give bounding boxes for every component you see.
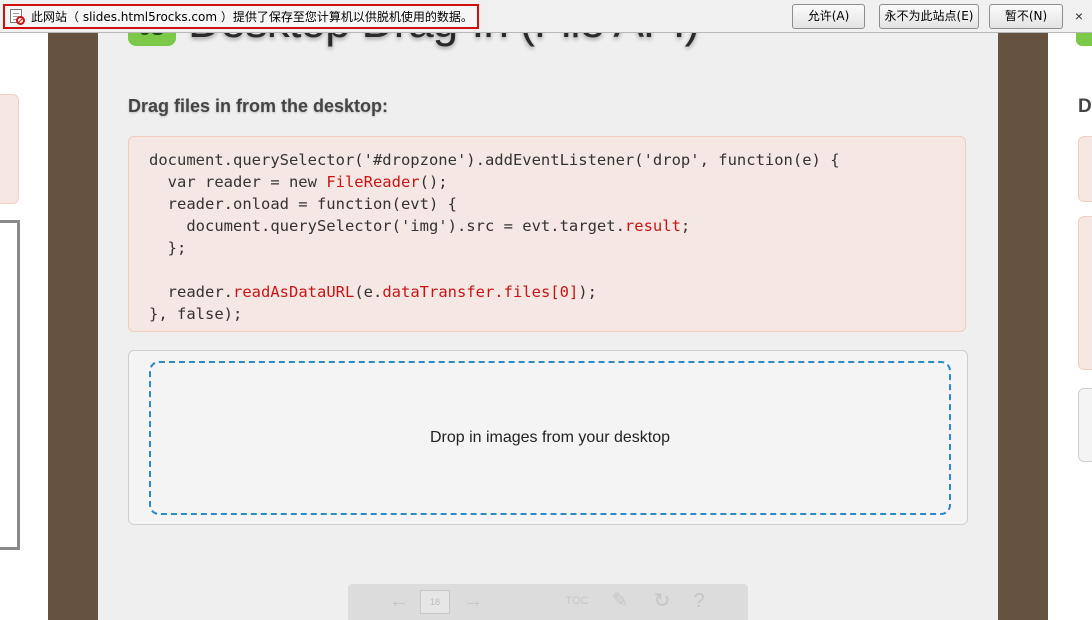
code-text: document.querySelector('#dropzone').addE… — [149, 151, 840, 169]
page-number-field[interactable]: 18 — [420, 590, 450, 614]
code-text: (); — [419, 173, 448, 191]
code-highlight: FileReader — [326, 173, 420, 191]
edit-icon[interactable]: ✎ — [606, 584, 634, 620]
close-icon[interactable]: × — [1070, 7, 1088, 25]
left-border-panel — [48, 0, 98, 620]
code-line: reader.readAsDataURL(e.dataTransfer.file… — [149, 281, 945, 303]
next-slide-button[interactable]: → — [460, 584, 486, 620]
code-text: ; — [680, 217, 691, 235]
next-slide-demo-box — [1078, 388, 1092, 462]
code-block: document.querySelector('#dropzone').addE… — [128, 136, 966, 332]
code-highlight: readAsDataURL — [233, 283, 355, 301]
dropzone[interactable]: Drop in images from your desktop — [149, 361, 951, 515]
dropzone-label: Drop in images from your desktop — [429, 429, 671, 446]
code-line: reader.onload = function(evt) { — [149, 193, 945, 215]
dropzone-container: Drop in images from your desktop — [128, 350, 968, 525]
current-slide: JS Desktop Drag-In (File API) Drag files… — [98, 0, 998, 620]
next-slide-heading: D — [1078, 96, 1092, 117]
toc-button[interactable]: TOC — [560, 584, 594, 620]
code-text: }; — [149, 239, 187, 257]
blocked-page-icon — [9, 8, 25, 25]
reload-icon[interactable]: ↻ — [648, 584, 676, 620]
not-now-button[interactable]: 暂不(N) — [989, 4, 1063, 29]
code-text: reader.onload = function(evt) { — [149, 195, 457, 213]
previous-slide-frame — [0, 220, 20, 550]
notification-bar: 此网站（ slides.html5rocks.com ）提供了保存至您计算机以供… — [0, 0, 1092, 33]
code-text: ); — [578, 283, 597, 301]
previous-slide-code-box — [0, 94, 19, 204]
code-line: document.querySelector('#dropzone').addE… — [149, 149, 945, 171]
notification-message: 此网站（ slides.html5rocks.com ）提供了保存至您计算机以供… — [31, 10, 473, 24]
prev-slide-button[interactable]: ← — [386, 584, 412, 620]
code-highlight: dataTransfer.files[0] — [382, 283, 579, 301]
slide-nav-bar: ← 18 → TOC ✎ ↻ ? — [348, 584, 748, 620]
allow-button[interactable]: 允许(A) — [792, 4, 865, 29]
code-highlight: result — [624, 217, 681, 235]
code-text: var reader = new — [149, 173, 327, 191]
right-border-panel — [998, 0, 1048, 620]
code-text: document.querySelector('img').src = evt.… — [149, 217, 625, 235]
help-icon[interactable]: ? — [686, 584, 712, 620]
code-line: document.querySelector('img').src = evt.… — [149, 215, 945, 237]
never-for-site-button[interactable]: 永不为此站点(E) — [879, 4, 979, 29]
code-line: var reader = new FileReader(); — [149, 171, 945, 193]
code-line: }, false); — [149, 303, 945, 325]
notification-message-box: 此网站（ slides.html5rocks.com ）提供了保存至您计算机以供… — [3, 4, 479, 29]
code-text: (e. — [354, 283, 383, 301]
next-slide-code-box-1 — [1078, 136, 1092, 202]
code-text: reader. — [149, 283, 233, 301]
code-text: }, false); — [149, 305, 243, 323]
slide-subheading: Drag files in from the desktop: — [128, 96, 389, 116]
next-slide-code-box-2 — [1078, 216, 1092, 370]
code-line: }; — [149, 237, 945, 259]
